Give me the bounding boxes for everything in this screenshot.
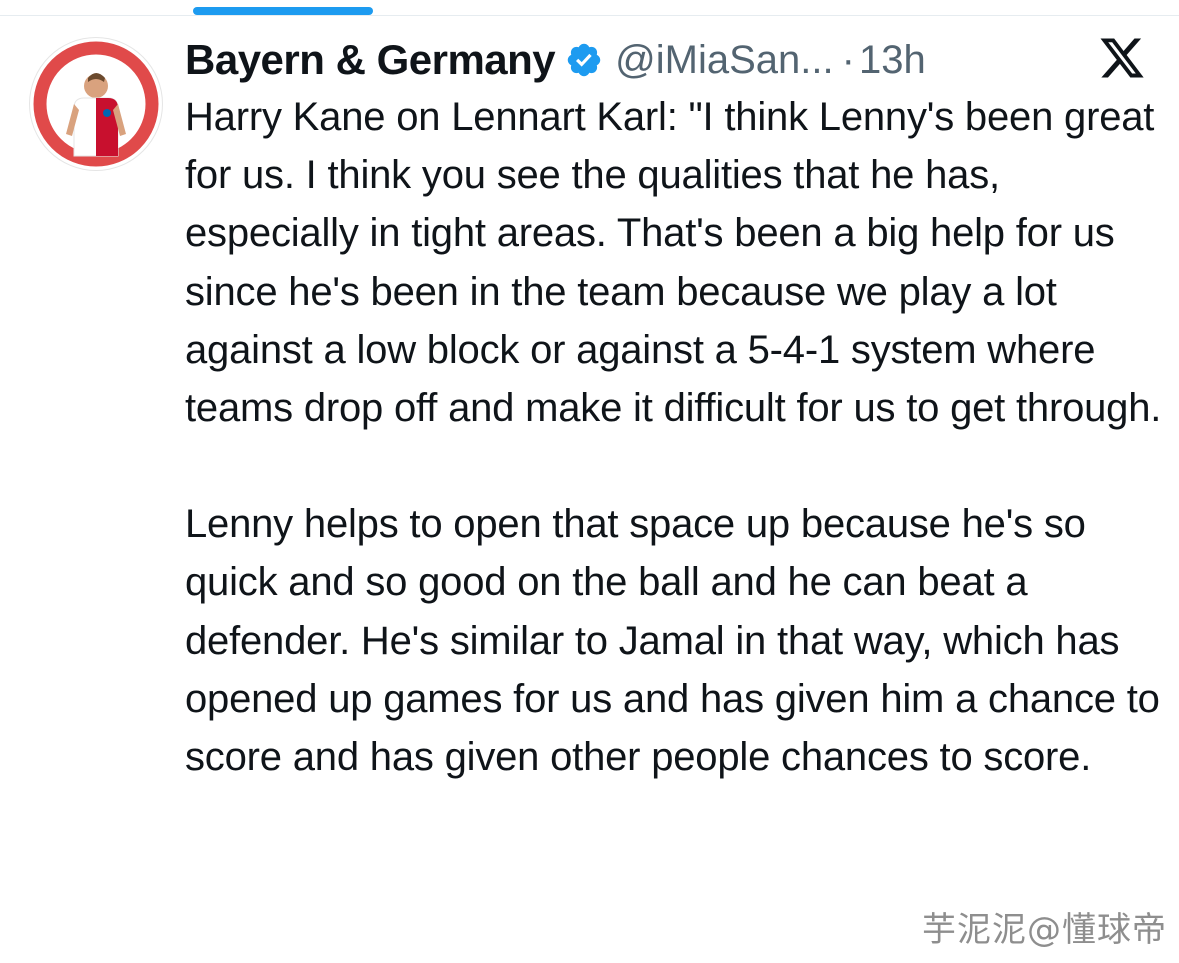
- avatar[interactable]: [30, 38, 162, 170]
- scroll-indicator: [193, 7, 373, 15]
- tweet-paragraph-1: Harry Kane on Lennart Karl: "I think Len…: [185, 95, 1162, 431]
- tweet-header: Bayern & Germany @iMiaSan... · 13h: [185, 30, 926, 90]
- separator-dot: ·: [841, 37, 855, 82]
- tweet-paragraph-2: Lenny helps to open that space up becaus…: [185, 502, 1160, 780]
- timestamp[interactable]: 13h: [859, 38, 926, 83]
- x-logo-icon: [1097, 34, 1147, 82]
- tweet-text: Harry Kane on Lennart Karl: "I think Len…: [185, 88, 1165, 786]
- verified-badge-icon: [565, 41, 603, 79]
- top-divider: [0, 15, 1179, 16]
- display-name[interactable]: Bayern & Germany: [185, 36, 556, 84]
- avatar-image: [33, 41, 159, 167]
- handle[interactable]: @iMiaSan...: [615, 38, 833, 83]
- watermark: 芋泥泥@懂球帝: [922, 910, 1167, 950]
